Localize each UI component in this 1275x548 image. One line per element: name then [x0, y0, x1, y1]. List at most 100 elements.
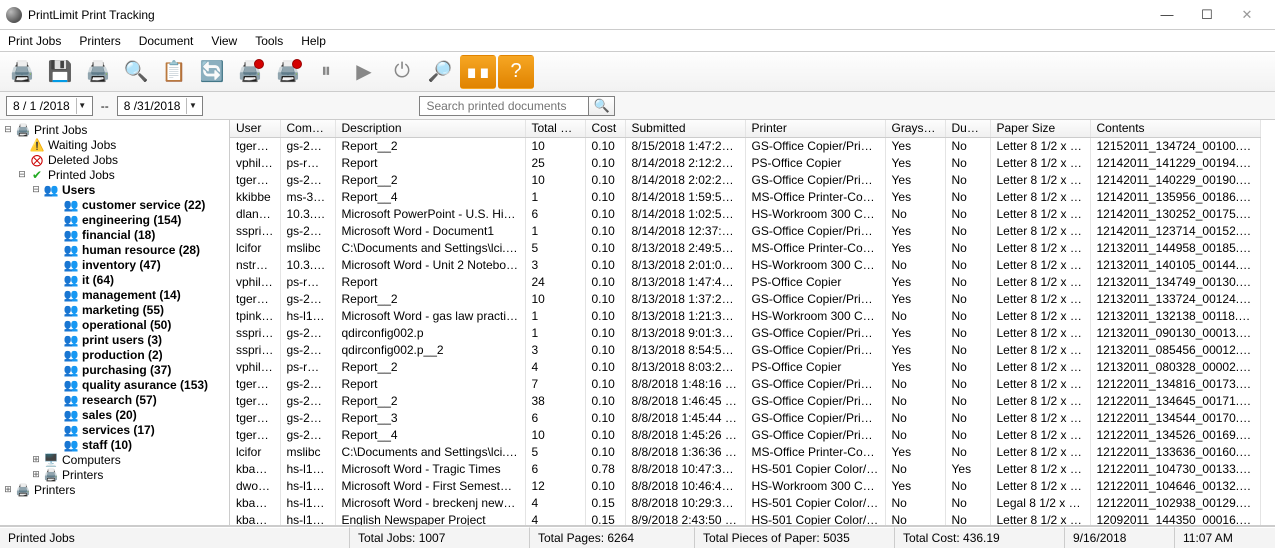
tree-group-item[interactable]: sales (20)	[82, 408, 137, 422]
menu-help[interactable]: Help	[299, 32, 328, 50]
search-input[interactable]	[419, 96, 589, 116]
tree-printers-root[interactable]: Printers	[34, 483, 75, 497]
table-row[interactable]: tgerbergs-203cReport__2100.108/15/2018 1…	[230, 138, 1260, 156]
refresh-button[interactable]: 🔄	[194, 55, 230, 89]
dropdown-icon[interactable]: ▼	[186, 98, 198, 114]
tree-group-item[interactable]: production (2)	[82, 348, 163, 362]
expander-icon[interactable]: ⊟	[2, 124, 14, 136]
expander-icon[interactable]: ⊞	[30, 469, 42, 481]
power-button[interactable]: ⏻	[384, 55, 420, 89]
tree-printers[interactable]: Printers	[62, 468, 103, 482]
tree-group-item[interactable]: management (14)	[82, 288, 181, 302]
tree-group-item[interactable]: financial (18)	[82, 228, 155, 242]
table-row[interactable]: kbanzeths-l1507Microsoft Word - breckenj…	[230, 495, 1260, 512]
table-row[interactable]: kkibbems-332dReport__410.108/14/2018 1:5…	[230, 189, 1260, 206]
table-row[interactable]: ssprin...gs-201dqdirconfig002.p__230.108…	[230, 342, 1260, 359]
clipboard-button[interactable]: 📋	[156, 55, 192, 89]
expander-icon[interactable]: ⊞	[2, 484, 14, 496]
dropdown-icon[interactable]: ▼	[76, 98, 88, 114]
menu-view[interactable]: View	[209, 32, 239, 50]
menu-tools[interactable]: Tools	[253, 32, 285, 50]
expander-icon[interactable]: ⊟	[16, 169, 28, 181]
tree-group-item[interactable]: marketing (55)	[82, 303, 164, 317]
menu-document[interactable]: Document	[137, 32, 196, 50]
cell-submitted: 8/8/2018 1:45:26 PM	[625, 427, 745, 444]
close-button[interactable]: ✕	[1227, 1, 1267, 29]
maximize-button[interactable]: ☐	[1187, 1, 1227, 29]
column-header-gray[interactable]: Grayscale	[885, 120, 945, 138]
print-button[interactable]: 🖨️	[4, 55, 40, 89]
printer-stop1-button[interactable]: 🖨️	[232, 55, 268, 89]
expander-icon[interactable]: ⊞	[30, 454, 42, 466]
table-row[interactable]: kbanzeths-l1507Microsoft Word - Tragic T…	[230, 461, 1260, 478]
save-button[interactable]: 💾	[42, 55, 78, 89]
tree-waiting-jobs[interactable]: Waiting Jobs	[48, 138, 116, 152]
table-row[interactable]: tgerbergs-203cReport__2100.108/14/2018 2…	[230, 172, 1260, 189]
table-row[interactable]: tgerbergs-203cReport__2380.108/8/2018 1:…	[230, 393, 1260, 410]
table-row[interactable]: lciformslibcC:\Documents and Settings\lc…	[230, 444, 1260, 461]
play-button[interactable]: ▶	[346, 55, 382, 89]
table-row[interactable]: tpinke...hs-l1515Microsoft Word - gas la…	[230, 308, 1260, 325]
column-header-description[interactable]: Description	[335, 120, 525, 138]
tree-users[interactable]: Users	[62, 183, 95, 197]
jobs-grid[interactable]: UserComputerDescriptionTotal PagesCostSu…	[230, 120, 1275, 525]
tree-panel[interactable]: ⊟ 🖨️ Print Jobs ⚠️ Waiting Jobs ⨂ Delete…	[0, 120, 230, 525]
column-header-duplex[interactable]: Duplex	[945, 120, 990, 138]
column-header-submitted[interactable]: Submitted	[625, 120, 745, 138]
tree-computers[interactable]: Computers	[62, 453, 121, 467]
printer-stop2-button[interactable]: 🖨️	[270, 55, 306, 89]
date-to-picker[interactable]: 8 /31/2018 ▼	[117, 96, 204, 116]
column-header-cost[interactable]: Cost	[585, 120, 625, 138]
table-row[interactable]: tgerbergs-203cReport__4100.108/8/2018 1:…	[230, 427, 1260, 444]
print2-button[interactable]: 🖨️	[80, 55, 116, 89]
table-row[interactable]: vphillipsps-rm7...Report250.108/14/2018 …	[230, 155, 1260, 172]
tree-group-item[interactable]: print users (3)	[82, 333, 162, 347]
column-header-computer[interactable]: Computer	[280, 120, 335, 138]
menu-print-jobs[interactable]: Print Jobs	[6, 32, 63, 50]
table-row[interactable]: nstref...10.3.29...Microsoft Word - Unit…	[230, 257, 1260, 274]
table-row[interactable]: tgerbergs-203cReport__360.108/8/2018 1:4…	[230, 410, 1260, 427]
tree-group-item[interactable]: research (57)	[82, 393, 157, 407]
tree-printed-jobs[interactable]: Printed Jobs	[48, 168, 115, 182]
table-row[interactable]: ssprin...gs-201dqdirconfig002.p10.108/13…	[230, 325, 1260, 342]
column-header-printer[interactable]: Printer	[745, 120, 885, 138]
tree-group-item[interactable]: inventory (47)	[82, 258, 161, 272]
cell-user: vphillips	[230, 359, 280, 376]
search-go-button[interactable]: 🔍	[589, 96, 615, 116]
table-row[interactable]: vphillipsps-rm7...Report__240.108/13/201…	[230, 359, 1260, 376]
search-button[interactable]: 🔍	[118, 55, 154, 89]
tree-group-item[interactable]: staff (10)	[82, 438, 132, 452]
table-row[interactable]: tgerbergs-203cReport__2100.108/13/2018 1…	[230, 291, 1260, 308]
cell-user: lcifor	[230, 444, 280, 461]
table-row[interactable]: dlandes10.3.29...Microsoft PowerPoint - …	[230, 206, 1260, 223]
table-row[interactable]: vphillipsps-rm7...Report240.108/13/2018 …	[230, 274, 1260, 291]
column-header-contents[interactable]: Contents	[1090, 120, 1260, 138]
tree-group-item[interactable]: engineering (154)	[82, 213, 181, 227]
column-header-pages[interactable]: Total Pages	[525, 120, 585, 138]
tree-group-item[interactable]: human resource (28)	[82, 243, 200, 257]
minimize-button[interactable]: —	[1147, 1, 1187, 29]
tree-group-item[interactable]: purchasing (37)	[82, 363, 171, 377]
expander-icon[interactable]: ⊟	[30, 184, 42, 196]
preview-button[interactable]: 🔎	[422, 55, 458, 89]
tree-group-item[interactable]: operational (50)	[82, 318, 171, 332]
help-button[interactable]: ?	[498, 55, 534, 89]
table-row[interactable]: kbanzeths-l1507English Newspaper Project…	[230, 512, 1260, 525]
tree-group-item[interactable]: services (17)	[82, 423, 155, 437]
column-header-user[interactable]: User	[230, 120, 280, 138]
table-row[interactable]: ssprin...gs-201dMicrosoft Word - Documen…	[230, 223, 1260, 240]
table-row[interactable]: tgerbergs-203cReport70.108/8/2018 1:48:1…	[230, 376, 1260, 393]
table-row[interactable]: dwoodshs-l1507Microsoft Word - First Sem…	[230, 478, 1260, 495]
table-row[interactable]: lciformslibcC:\Documents and Settings\lc…	[230, 240, 1260, 257]
tree-root-print-jobs[interactable]: Print Jobs	[34, 123, 87, 137]
tree-group-item[interactable]: it (64)	[82, 273, 114, 287]
chart-button[interactable]: ∎∎	[460, 55, 496, 89]
column-header-paper[interactable]: Paper Size	[990, 120, 1090, 138]
pause-button[interactable]: ⏸	[308, 55, 344, 89]
tree-group-item[interactable]: customer service (22)	[82, 198, 205, 212]
cell-submitted: 8/13/2018 1:21:38 PM	[625, 308, 745, 325]
date-from-picker[interactable]: 8 / 1 /2018 ▼	[6, 96, 93, 116]
tree-deleted-jobs[interactable]: Deleted Jobs	[48, 153, 118, 167]
tree-group-item[interactable]: quality asurance (153)	[82, 378, 208, 392]
menu-printers[interactable]: Printers	[77, 32, 122, 50]
